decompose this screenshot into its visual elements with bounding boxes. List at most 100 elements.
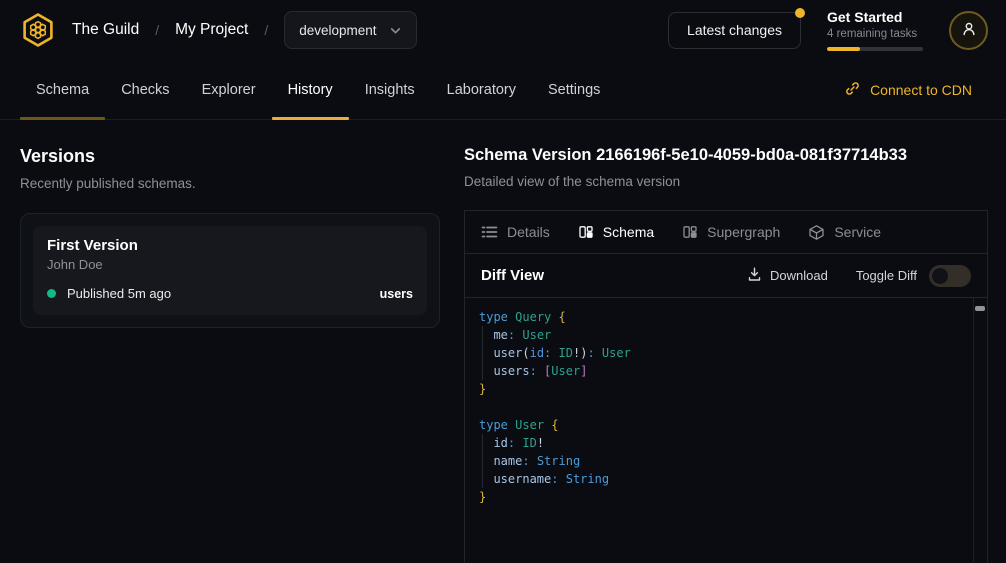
version-author: John Doe (47, 257, 413, 272)
code-line: type Query { (479, 308, 963, 326)
schema-version-panel: Details Schema Supergraph (464, 210, 988, 562)
code-line: username: String (479, 470, 963, 488)
connect-to-cdn-label: Connect to CDN (870, 82, 972, 98)
tab-schema[interactable]: Schema (20, 60, 105, 119)
versions-section: Versions Recently published schemas. Fir… (20, 120, 440, 562)
tab-service[interactable]: Service (808, 224, 881, 241)
download-button[interactable]: Download (747, 266, 828, 285)
tab-label: Supergraph (707, 224, 780, 240)
environment-selector-value: development (299, 23, 376, 38)
detail-tabs: Details Schema Supergraph (465, 211, 987, 254)
box-icon (808, 224, 825, 241)
top-bar-actions: Latest changes Get Started 4 remaining t… (668, 9, 988, 51)
breadcrumb-separator: / (153, 22, 161, 38)
schema-version-title: Schema Version 2166196f-5e10-4059-bd0a-0… (464, 146, 988, 165)
columns-icon (682, 224, 698, 240)
tab-laboratory[interactable]: Laboratory (431, 60, 532, 119)
breadcrumb: The Guild / My Project / development (18, 10, 417, 50)
tab-underline (349, 117, 431, 120)
version-meta-row: Published 5m ago users (47, 286, 413, 301)
get-started-widget[interactable]: Get Started 4 remaining tasks (827, 9, 923, 51)
breadcrumb-org[interactable]: The Guild (72, 21, 139, 39)
tab-details[interactable]: Details (481, 224, 550, 240)
indent-guide (482, 434, 483, 488)
link-icon (844, 80, 861, 100)
breadcrumb-separator: / (262, 22, 270, 38)
versions-subtitle: Recently published schemas. (20, 176, 440, 191)
get-started-progressbar (827, 47, 923, 51)
toggle-diff-label: Toggle Diff (856, 268, 917, 283)
code-line: } (479, 380, 963, 398)
diff-view-title: Diff View (481, 267, 544, 284)
code-line (479, 398, 963, 416)
chevron-down-icon (389, 24, 402, 37)
person-icon (960, 20, 978, 41)
version-name: First Version (47, 237, 413, 254)
tab-schema-view[interactable]: Schema (578, 224, 654, 240)
environment-selector[interactable]: development (284, 11, 416, 49)
tab-supergraph[interactable]: Supergraph (682, 224, 780, 240)
schema-version-subtitle: Detailed view of the schema version (464, 174, 988, 189)
toggle-diff-group: Toggle Diff (856, 265, 971, 287)
tab-underline (20, 117, 105, 120)
breadcrumb-project[interactable]: My Project (175, 21, 248, 39)
get-started-title: Get Started (827, 9, 923, 25)
schema-code: type Query { me: User user(id: ID!): Use… (465, 298, 987, 562)
code-line: user(id: ID!): User (479, 344, 963, 362)
tab-underline (272, 117, 349, 120)
code-line: type User { (479, 416, 963, 434)
schema-version-section: Schema Version 2166196f-5e10-4059-bd0a-0… (464, 120, 988, 562)
latest-changes-button[interactable]: Latest changes (668, 12, 801, 49)
tab-underline (105, 117, 185, 120)
top-bar: The Guild / My Project / development Lat… (0, 0, 1006, 60)
latest-changes-label: Latest changes (687, 22, 782, 38)
code-line: } (479, 488, 963, 506)
tab-underline (186, 117, 272, 120)
tab-underline (431, 117, 532, 120)
tab-underline (532, 117, 616, 120)
main-content: Versions Recently published schemas. Fir… (0, 120, 1006, 562)
tab-history[interactable]: History (272, 60, 349, 119)
version-service-badge: users (380, 287, 413, 301)
tab-label: Details (507, 224, 550, 240)
code-line: me: User (479, 326, 963, 344)
download-icon (747, 266, 762, 285)
tab-label: Explorer (202, 82, 256, 98)
list-icon (481, 225, 498, 239)
scrollbar-track (973, 298, 974, 562)
columns-icon (578, 224, 594, 240)
toggle-knob (932, 268, 948, 284)
versions-list: First Version John Doe Published 5m ago … (20, 213, 440, 328)
target-nav: Schema Checks Explorer History Insights … (0, 60, 1006, 120)
diff-toggle-switch[interactable] (929, 265, 971, 287)
indent-guide (482, 326, 483, 380)
tab-insights[interactable]: Insights (349, 60, 431, 119)
tab-label: Insights (365, 82, 415, 98)
version-list-item[interactable]: First Version John Doe Published 5m ago … (33, 226, 427, 315)
tab-label: Schema (603, 224, 654, 240)
tab-label: Laboratory (447, 82, 516, 98)
tab-checks[interactable]: Checks (105, 60, 185, 119)
download-label: Download (770, 268, 828, 283)
connect-to-cdn-button[interactable]: Connect to CDN (844, 60, 972, 119)
tab-label: Service (834, 224, 881, 240)
versions-title: Versions (20, 146, 440, 167)
diff-toolbar: Diff View Download Toggle Diff (465, 254, 987, 298)
tab-label: Settings (548, 82, 600, 98)
tab-settings[interactable]: Settings (532, 60, 616, 119)
get-started-progress-fill (827, 47, 860, 51)
tab-label: Schema (36, 82, 89, 98)
tab-explorer[interactable]: Explorer (186, 60, 272, 119)
scrollbar-thumb[interactable] (975, 306, 985, 311)
notification-dot (795, 8, 805, 18)
tab-label: History (288, 82, 333, 98)
code-line: name: String (479, 452, 963, 470)
user-avatar[interactable] (949, 11, 988, 50)
published-status-dot (47, 289, 56, 298)
code-line: users: [User] (479, 362, 963, 380)
get-started-subtitle: 4 remaining tasks (827, 28, 923, 40)
tab-label: Checks (121, 82, 169, 98)
hive-logo-icon[interactable] (18, 10, 58, 50)
diff-actions: Download Toggle Diff (747, 265, 971, 287)
code-line: id: ID! (479, 434, 963, 452)
